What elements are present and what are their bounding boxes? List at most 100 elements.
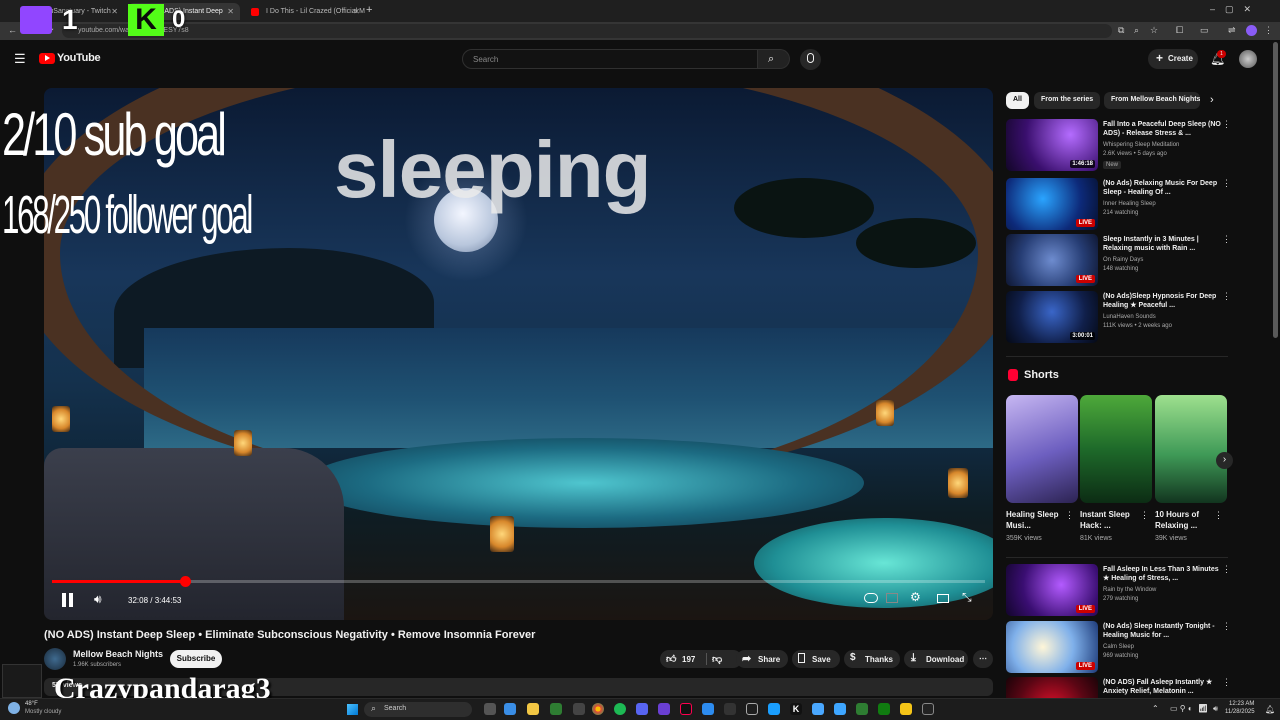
app-icon[interactable] xyxy=(658,703,670,715)
rec-thumbnail[interactable]: 3:00:01 xyxy=(1006,291,1098,343)
rec-thumbnail[interactable]: LIVE xyxy=(1006,564,1098,616)
short-title[interactable]: 10 Hours of Relaxing ... xyxy=(1155,509,1213,531)
shorts-next-button[interactable]: › xyxy=(1216,452,1233,469)
rec-thumbnail[interactable]: LIVE xyxy=(1006,621,1098,673)
like-count[interactable]: 197 xyxy=(682,655,695,664)
app-icon[interactable] xyxy=(900,703,912,715)
rec-channel[interactable]: Rain by the Window xyxy=(1103,587,1156,593)
download-button[interactable]: ⤓ Download xyxy=(904,650,968,668)
thanks-button[interactable]: $ Thanks xyxy=(844,650,900,668)
close-icon[interactable]: ✕ xyxy=(111,7,118,16)
app-icon[interactable] xyxy=(550,703,562,715)
tab-music[interactable]: I Do This - Lil Crazed (Official M ✕ xyxy=(244,3,366,20)
app-icon[interactable] xyxy=(834,703,846,715)
more-dots-icon[interactable]: ⋮ xyxy=(1222,234,1231,245)
chip-from-channel[interactable]: From Mellow Beach Nights xyxy=(1104,92,1200,109)
more-dots-icon[interactable]: ⋮ xyxy=(1222,621,1231,632)
more-dots-icon[interactable]: ⋮ xyxy=(1222,119,1231,130)
hamburger-menu-icon[interactable]: ☰ xyxy=(14,51,26,67)
channel-avatar[interactable] xyxy=(44,648,66,670)
kick-icon[interactable]: K xyxy=(790,703,802,715)
rec-item[interactable]: LIVE (No Ads) Sleep Instantly Tonight - … xyxy=(1006,621,1236,675)
more-dots-icon[interactable]: ⋮ xyxy=(1065,510,1074,521)
progress-bar[interactable] xyxy=(52,576,985,587)
app-icon[interactable] xyxy=(724,703,736,715)
weather-icon[interactable] xyxy=(8,702,20,714)
rec-thumbnail[interactable] xyxy=(1006,677,1098,698)
file-explorer-icon[interactable] xyxy=(527,703,539,715)
rec-thumbnail[interactable]: 1:46:18 xyxy=(1006,119,1098,171)
fullscreen-icon[interactable]: ⤡ xyxy=(962,590,972,605)
like-icon[interactable]: 👍︎ xyxy=(666,653,676,665)
short-thumbnail[interactable] xyxy=(1080,395,1152,503)
short-title[interactable]: Healing Sleep Musi... xyxy=(1006,509,1064,531)
sidebar-icon[interactable]: ▭ xyxy=(1200,25,1209,36)
discord-icon[interactable] xyxy=(636,703,648,715)
rec-thumbnail[interactable]: LIVE xyxy=(1006,178,1098,230)
rec-channel[interactable]: LunaHaven Sounds xyxy=(1103,314,1156,320)
cast-icon[interactable]: ⇌ xyxy=(1228,25,1236,36)
short-thumbnail[interactable] xyxy=(1006,395,1078,503)
rec-item[interactable]: LIVE (No Ads) Relaxing Music For Deep Sl… xyxy=(1006,178,1236,232)
more-dots-icon[interactable]: ⋮ xyxy=(1222,178,1231,189)
obs-icon[interactable] xyxy=(922,703,934,715)
notifications-icon[interactable]: 🔔︎ xyxy=(1265,705,1275,714)
back-icon[interactable]: ← xyxy=(8,25,17,35)
task-view-icon[interactable] xyxy=(484,703,496,715)
pause-icon[interactable] xyxy=(61,593,74,607)
speaker-icon[interactable]: 🔊︎ xyxy=(1213,704,1218,714)
youtube-wordmark[interactable]: YouTube xyxy=(57,52,101,64)
more-dots-icon[interactable]: ⋮ xyxy=(1222,291,1231,302)
subscribe-button[interactable]: Subscribe xyxy=(170,650,222,668)
tray-icons[interactable]: ▭ ⚲ ◐ xyxy=(1170,704,1193,713)
settings-gear-icon[interactable]: ⚙ xyxy=(910,590,921,604)
theater-mode-icon[interactable] xyxy=(937,594,949,603)
weather-temp[interactable]: 48°F xyxy=(25,701,38,707)
install-icon[interactable]: ⧉ xyxy=(1118,25,1124,36)
app-icon[interactable] xyxy=(812,703,824,715)
extensions-icon[interactable]: ⧠ xyxy=(1176,25,1183,36)
subtitles-icon[interactable] xyxy=(886,593,898,603)
taskbar-search[interactable]: ⌕ Search xyxy=(364,702,472,717)
search-input[interactable]: Search xyxy=(462,49,758,69)
tray-overflow-icon[interactable]: ⌃ xyxy=(1152,704,1159,713)
rec-title[interactable]: (No Ads) Sleep Instantly Tonight - Heali… xyxy=(1103,622,1225,640)
rec-channel[interactable]: Whispering Sleep Meditation xyxy=(1103,142,1179,148)
chip-from-series[interactable]: From the series xyxy=(1034,92,1101,109)
chevron-right-icon[interactable]: › xyxy=(1210,94,1214,106)
page-scrollbar[interactable] xyxy=(1273,42,1278,338)
tiktok-icon[interactable] xyxy=(680,703,692,715)
rec-title[interactable]: Fall Asleep In Less Than 3 Minutes ★ Hea… xyxy=(1103,565,1225,583)
save-button[interactable]: Save xyxy=(792,650,840,668)
profile-avatar[interactable] xyxy=(1246,25,1257,36)
chip-all[interactable]: All xyxy=(1006,92,1029,109)
app-icon[interactable] xyxy=(504,703,516,715)
chrome-icon[interactable] xyxy=(592,703,604,715)
more-dots-icon[interactable]: ⋮ xyxy=(1222,677,1231,688)
windows-start-icon[interactable] xyxy=(347,704,358,715)
close-icon[interactable]: ✕ xyxy=(353,7,360,16)
menu-dots-icon[interactable]: ⋮ xyxy=(1264,25,1273,36)
app-icon[interactable] xyxy=(702,703,714,715)
wifi-icon[interactable]: 📶︎ xyxy=(1198,704,1208,713)
rec-item[interactable]: LIVE Fall Asleep In Less Than 3 Minutes … xyxy=(1006,564,1236,618)
spotify-icon[interactable] xyxy=(614,703,626,715)
app-icon[interactable] xyxy=(856,703,868,715)
app-icon[interactable] xyxy=(573,703,585,715)
rec-title[interactable]: Sleep Instantly in 3 Minutes | Relaxing … xyxy=(1103,235,1225,253)
more-dots-icon[interactable]: ⋮ xyxy=(1222,564,1231,575)
close-icon[interactable]: ✕ xyxy=(227,7,234,16)
window-controls[interactable]: –▢✕ xyxy=(1210,4,1261,15)
volume-icon[interactable]: 🔊︎ xyxy=(94,592,102,607)
url-field[interactable]: youtube.com/watch?v=...17ESY7s8 xyxy=(62,24,1112,38)
star-icon[interactable]: ☆ xyxy=(1150,25,1158,36)
rec-item[interactable]: 1:46:18 Fall Into a Peaceful Deep Sleep … xyxy=(1006,119,1236,173)
app-icon[interactable] xyxy=(768,703,780,715)
search-button[interactable]: ⌕ xyxy=(758,49,790,69)
clock-time[interactable]: 12:23 AM xyxy=(1229,701,1254,707)
xbox-icon[interactable] xyxy=(878,703,890,715)
app-icon[interactable] xyxy=(746,703,758,715)
rec-channel[interactable]: On Rainy Days xyxy=(1103,257,1143,263)
more-actions-button[interactable]: ⋯ xyxy=(973,650,993,668)
rec-title[interactable]: (NO ADS) Fall Asleep Instantly ★ Anxiety… xyxy=(1103,678,1225,696)
